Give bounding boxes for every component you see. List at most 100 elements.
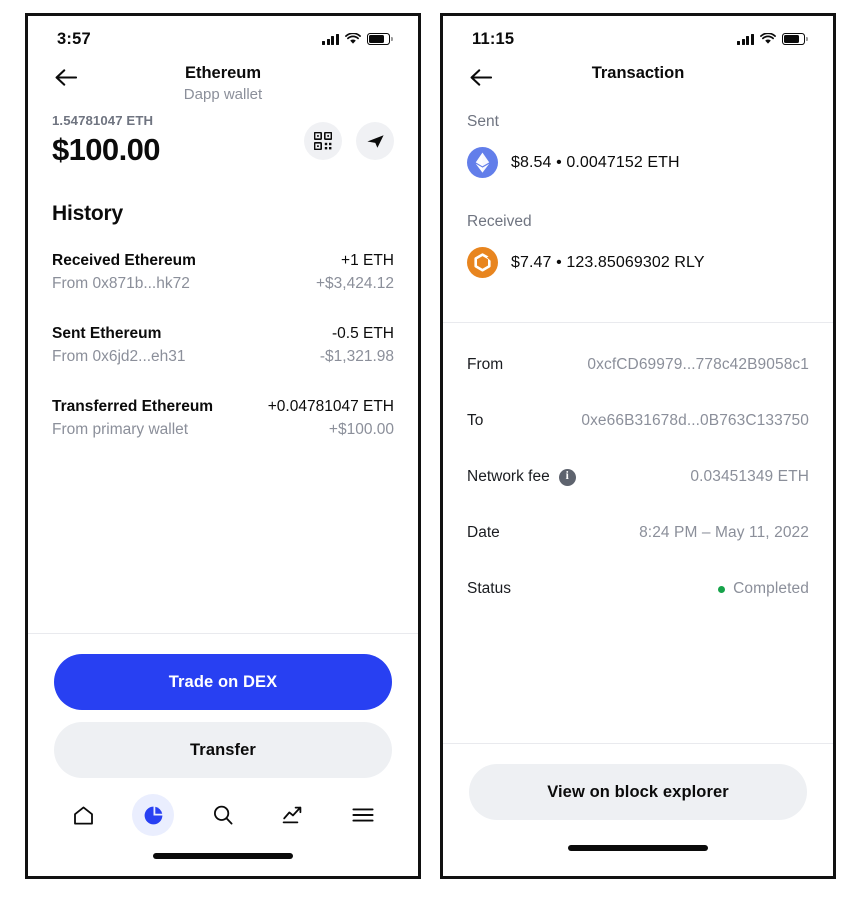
transaction-fiat: +$100.00 bbox=[328, 421, 394, 438]
transaction-right: +1 ETH +$3,424.12 bbox=[316, 250, 394, 295]
transaction-subtitle: From primary wallet bbox=[52, 421, 189, 438]
table-row[interactable]: Sent Ethereum From 0x6jd2...eh31 -0.5 ET… bbox=[52, 323, 394, 368]
wallet-navbar: Ethereum Dapp wallet bbox=[28, 62, 418, 108]
balance-crypto: 1.54781047 ETH bbox=[52, 113, 154, 128]
wifi-icon bbox=[345, 33, 361, 44]
transaction-subtitle: From 0x6jd2...eh31 bbox=[52, 348, 186, 365]
detail-key: To bbox=[467, 412, 484, 429]
home-indicator-area bbox=[28, 836, 418, 876]
search-icon bbox=[214, 805, 233, 825]
detail-value: Completed bbox=[733, 580, 809, 597]
arrow-left-icon bbox=[470, 68, 492, 86]
home-indicator[interactable] bbox=[153, 853, 293, 859]
qr-code-button[interactable] bbox=[304, 122, 342, 160]
transaction-screen: 11:15 Transaction Sent $8.54 • 0.0047152… bbox=[443, 16, 833, 876]
home-icon bbox=[73, 806, 93, 824]
transaction-title-block: Transaction bbox=[443, 62, 833, 84]
transaction-left: Received Ethereum From 0x871b...hk72 bbox=[52, 250, 196, 295]
received-row: $7.47 • 123.85069302 RLY bbox=[467, 247, 809, 278]
history-list: Received Ethereum From 0x871b...hk72 +1 … bbox=[28, 250, 418, 441]
transaction-amount: +1 ETH bbox=[341, 252, 394, 269]
trade-on-dex-button[interactable]: Trade on DEX bbox=[54, 654, 392, 710]
transaction-right: +0.04781047 ETH +$100.00 bbox=[268, 396, 394, 441]
balance-row: 1.54781047 ETH $100.00 bbox=[28, 108, 418, 169]
table-row[interactable]: Received Ethereum From 0x871b...hk72 +1 … bbox=[52, 250, 394, 295]
transaction-left: Sent Ethereum From 0x6jd2...eh31 bbox=[52, 323, 186, 368]
rally-token-icon bbox=[467, 247, 498, 278]
detail-key: Network fee bbox=[467, 468, 550, 485]
signal-bars-icon bbox=[737, 33, 754, 45]
tab-markets[interactable] bbox=[272, 794, 314, 836]
table-row[interactable]: Transferred Ethereum From primary wallet… bbox=[52, 396, 394, 441]
balance-actions bbox=[304, 122, 394, 160]
flex-spacer bbox=[28, 441, 418, 633]
transaction-fiat: +$3,424.12 bbox=[315, 275, 394, 292]
detail-key: From bbox=[467, 356, 504, 373]
page-subtitle: Dapp wallet bbox=[183, 86, 263, 103]
sent-value: $8.54 • 0.0047152 ETH bbox=[511, 153, 680, 171]
tab-search[interactable] bbox=[202, 794, 244, 836]
battery-icon bbox=[782, 33, 808, 45]
transaction-details: From 0xcfCD69979...778c42B9058c1 To 0xe6… bbox=[443, 337, 833, 617]
status-bar-icons bbox=[737, 33, 808, 45]
transfer-button[interactable]: Transfer bbox=[54, 722, 392, 778]
wallet-phone-frame: 3:57 Ethereum Dapp wallet 1.54781047 ETH… bbox=[25, 13, 421, 879]
wallet-footer-buttons: Trade on DEX Transfer bbox=[28, 634, 418, 778]
detail-key: Date bbox=[467, 524, 500, 541]
back-button[interactable] bbox=[52, 63, 80, 91]
bottom-tabbar bbox=[28, 778, 418, 836]
transaction-amount: -0.5 ETH bbox=[331, 325, 394, 342]
status-bar: 3:57 bbox=[28, 16, 418, 62]
status-bar: 11:15 bbox=[443, 16, 833, 62]
received-value: $7.47 • 123.85069302 RLY bbox=[511, 253, 705, 271]
transaction-amount: +0.04781047 ETH bbox=[267, 398, 394, 415]
transaction-left: Transferred Ethereum From primary wallet bbox=[52, 396, 213, 441]
rally-glyph bbox=[474, 253, 492, 272]
send-button[interactable] bbox=[356, 122, 394, 160]
ethereum-token-icon bbox=[467, 147, 498, 178]
status-bar-icons bbox=[322, 33, 393, 45]
sent-label: Sent bbox=[467, 113, 499, 130]
arrow-left-icon bbox=[55, 68, 77, 86]
flex-spacer bbox=[443, 617, 833, 743]
transaction-navbar: Transaction bbox=[443, 62, 833, 108]
page-title: Transaction bbox=[591, 64, 685, 82]
signal-bars-icon bbox=[322, 33, 339, 45]
sent-row: $8.54 • 0.0047152 ETH bbox=[467, 147, 809, 178]
home-indicator[interactable] bbox=[568, 845, 708, 851]
page-title: Ethereum bbox=[184, 64, 262, 82]
battery-icon bbox=[367, 33, 393, 45]
received-block: Received $7.47 • 123.85069302 RLY bbox=[443, 208, 833, 278]
balance-fiat: $100.00 bbox=[52, 132, 160, 167]
wifi-icon bbox=[760, 33, 776, 44]
pie-chart-icon bbox=[144, 806, 162, 824]
transaction-fiat: -$1,321.98 bbox=[319, 348, 394, 365]
detail-row-network-fee: Network fee i 0.03451349 ETH bbox=[467, 449, 809, 505]
paper-plane-icon bbox=[366, 134, 384, 148]
back-button[interactable] bbox=[467, 63, 495, 91]
tab-home[interactable] bbox=[62, 794, 104, 836]
wallet-title-block: Ethereum Dapp wallet bbox=[28, 62, 418, 105]
hamburger-menu-icon bbox=[352, 808, 374, 822]
transaction-right: -0.5 ETH -$1,321.98 bbox=[320, 323, 394, 368]
view-on-block-explorer-button[interactable]: View on block explorer bbox=[469, 764, 807, 820]
transaction-subtitle: From 0x871b...hk72 bbox=[52, 275, 190, 292]
detail-row-date: Date 8:24 PM – May 11, 2022 bbox=[467, 505, 809, 561]
detail-value: 8:24 PM – May 11, 2022 bbox=[639, 524, 809, 541]
home-indicator-area bbox=[443, 820, 833, 876]
wallet-screen: 3:57 Ethereum Dapp wallet 1.54781047 ETH… bbox=[28, 16, 418, 876]
screenshot-root: 3:57 Ethereum Dapp wallet 1.54781047 ETH… bbox=[0, 0, 864, 912]
detail-key-wrap: Network fee i bbox=[467, 468, 576, 486]
transaction-footer: View on block explorer bbox=[443, 744, 833, 820]
status-bar-time: 3:57 bbox=[57, 29, 91, 48]
status-badge: Completed bbox=[718, 580, 809, 598]
detail-key: Status bbox=[467, 580, 511, 597]
spacer-below-divider bbox=[443, 323, 833, 337]
transaction-title: Received Ethereum bbox=[52, 252, 196, 269]
tab-portfolio[interactable] bbox=[132, 794, 174, 836]
info-circle-icon[interactable]: i bbox=[558, 468, 576, 486]
ethereum-glyph bbox=[475, 152, 490, 173]
tab-menu[interactable] bbox=[342, 794, 384, 836]
detail-row-to: To 0xe66B31678d...0B763C133750 bbox=[467, 393, 809, 449]
status-dot-icon bbox=[718, 585, 726, 593]
